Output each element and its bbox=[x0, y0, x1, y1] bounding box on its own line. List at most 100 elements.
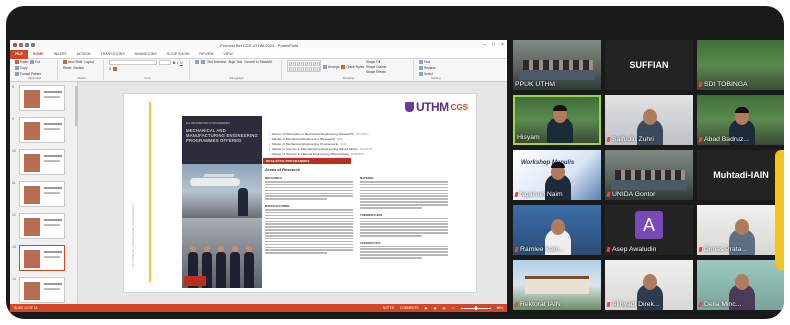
tab-view[interactable]: VIEW bbox=[219, 50, 238, 59]
notes-button[interactable]: NOTES bbox=[383, 306, 394, 310]
research-programmes-bar: RESEARCH PROGRAMMES bbox=[263, 158, 351, 164]
close-icon[interactable]: × bbox=[501, 42, 504, 48]
numbering-button[interactable] bbox=[201, 60, 205, 64]
slide-thumbnail[interactable]: 11 bbox=[12, 181, 75, 207]
zoom-slider[interactable] bbox=[460, 306, 491, 310]
new-slide-button[interactable]: New Slide bbox=[63, 60, 82, 64]
participant-name: Abad Badruz... bbox=[704, 136, 749, 143]
research-column-1: MECHANICS MANUFACTURING bbox=[265, 176, 353, 255]
tab-review[interactable]: REVIEW bbox=[194, 50, 218, 59]
shape-effects-button[interactable]: Shape Effects bbox=[366, 70, 386, 74]
slide-thumbnail[interactable]: 10 bbox=[12, 149, 75, 175]
cut-button[interactable]: Cut bbox=[30, 60, 40, 64]
shapes-gallery[interactable] bbox=[287, 60, 321, 72]
background-decoration bbox=[775, 150, 784, 270]
font-size-dropdown[interactable] bbox=[159, 60, 171, 65]
tab-home[interactable]: HOME bbox=[28, 50, 49, 59]
current-slide[interactable]: MECHANICAL ENGINEERING PROGRAMMES UTHM C… bbox=[124, 94, 476, 292]
arrange-button[interactable]: Arrange bbox=[323, 60, 339, 74]
paste-button[interactable]: Paste bbox=[15, 60, 28, 64]
participant-name: Asep Awaludin bbox=[612, 246, 657, 253]
clipboard-group: Paste Cut Copy Format Painter Clipboard bbox=[12, 60, 58, 80]
minimize-icon[interactable]: – bbox=[483, 42, 486, 48]
video-tile[interactable]: Abad Badruz... bbox=[697, 95, 784, 145]
slide-thumbnail-selected[interactable]: 13 bbox=[12, 245, 75, 271]
slide-thumbnail[interactable]: 8 bbox=[12, 85, 75, 111]
video-tile-active-speaker[interactable]: Hisyam bbox=[513, 95, 601, 145]
reset-button[interactable]: Reset bbox=[63, 66, 71, 70]
font-color-button[interactable] bbox=[113, 67, 118, 71]
font-name-dropdown[interactable] bbox=[109, 60, 157, 65]
video-tile[interactable]: Saifudin Zuhri bbox=[605, 95, 693, 145]
video-tile[interactable]: Dimas Prata... bbox=[697, 205, 784, 255]
slide-editing-canvas[interactable]: MECHANICAL ENGINEERING PROGRAMMES UTHM C… bbox=[78, 82, 507, 304]
strikethrough-button[interactable]: S bbox=[109, 67, 111, 71]
video-tile[interactable]: Delia Minc... bbox=[697, 260, 784, 310]
editing-group: Find Replace Select Editing bbox=[416, 60, 456, 80]
video-tile[interactable]: Muhtadi-IAIN bbox=[697, 150, 784, 200]
mic-muted-icon bbox=[606, 137, 611, 142]
video-tile[interactable]: Workshop Menulis Ngaisun Naim bbox=[513, 150, 601, 200]
ppt-titlebar: Promosi Bei CGS UTHM 2021 - PowerPoint –… bbox=[10, 40, 507, 50]
shared-screen-powerpoint[interactable]: Promosi Bei CGS UTHM 2021 - PowerPoint –… bbox=[10, 40, 507, 312]
quick-styles-button[interactable]: Quick Styles bbox=[341, 60, 364, 74]
font-group: B I U S Font bbox=[106, 60, 190, 80]
italic-button[interactable]: I bbox=[177, 60, 178, 65]
sorter-view-icon[interactable]: ▦ bbox=[434, 306, 437, 310]
paste-icon bbox=[15, 60, 19, 64]
shape-outline-button[interactable]: Shape Outline bbox=[366, 65, 386, 69]
find-button[interactable]: Find bbox=[419, 60, 453, 64]
video-tile[interactable]: UNIDA Gontor bbox=[605, 150, 693, 200]
slides-group: New Slide Layout Reset Section Slides bbox=[60, 60, 104, 80]
slide-side-text: MECHANICAL ENGINEERING PROGRAMMES bbox=[132, 204, 135, 268]
replace-button[interactable]: Replace bbox=[419, 66, 453, 70]
replace-icon bbox=[419, 66, 423, 70]
quick-access-toolbar[interactable] bbox=[13, 43, 35, 47]
normal-view-icon[interactable]: ▣ bbox=[425, 306, 428, 310]
video-tile[interactable]: SUFFIAN bbox=[605, 40, 693, 90]
participant-name: Ramlee Kam... bbox=[520, 246, 565, 253]
bold-button[interactable]: B bbox=[173, 60, 175, 65]
tab-animations[interactable]: ANIMATIONS bbox=[130, 50, 162, 59]
tab-slide-show[interactable]: SLIDE SHOW bbox=[162, 50, 195, 59]
slide-thumbnails-pane[interactable]: 8 9 10 11 12 13 14 bbox=[10, 82, 78, 304]
quick-styles-icon bbox=[341, 65, 346, 69]
slide-thumbnail[interactable]: 12 bbox=[12, 213, 75, 239]
tab-transitions[interactable]: TRANSITIONS bbox=[95, 50, 129, 59]
video-tile[interactable]: SDI TOBINGA bbox=[697, 40, 784, 90]
participant-gallery: PPUK UTHM SUFFIAN SDI TOBINGA Hisyam Sai… bbox=[513, 40, 784, 316]
bullets-button[interactable] bbox=[195, 60, 199, 64]
video-tile[interactable]: A Asep Awaludin bbox=[605, 205, 693, 255]
paragraph-group: Text Direction Align Text Convert to Sma… bbox=[192, 60, 282, 80]
undo-icon[interactable] bbox=[25, 43, 29, 47]
mic-muted-icon bbox=[514, 302, 519, 307]
participant-name: Akhyadi Direk... bbox=[612, 301, 660, 308]
tab-insert[interactable]: INSERT bbox=[49, 50, 72, 59]
drawing-group: Arrange Quick Styles Shape Fill Shape Ou… bbox=[284, 60, 414, 80]
reading-view-icon[interactable]: ▤ bbox=[443, 306, 446, 310]
zoom-level[interactable]: 86% bbox=[497, 306, 503, 310]
tab-file[interactable]: FILE bbox=[10, 49, 28, 59]
slide-counter: SLIDE 13 OF 18 bbox=[14, 306, 38, 310]
copy-icon bbox=[15, 66, 19, 70]
video-tile[interactable]: Rektorat IAIN bbox=[513, 260, 601, 310]
save-icon[interactable] bbox=[19, 43, 23, 47]
slide-thumbnail[interactable]: 14 bbox=[12, 277, 75, 303]
participant-name: Saifudin Zuhri bbox=[612, 136, 654, 143]
copy-button[interactable]: Copy bbox=[15, 66, 27, 70]
section-button[interactable]: Section bbox=[73, 66, 84, 70]
slide-thumbnail[interactable]: 9 bbox=[12, 117, 75, 143]
underline-button[interactable]: U bbox=[180, 60, 182, 65]
video-tile[interactable]: Ramlee Kam... bbox=[513, 205, 601, 255]
tab-design[interactable]: DESIGN bbox=[72, 50, 96, 59]
comments-button[interactable]: COMMENTS bbox=[400, 306, 419, 310]
smartart-button[interactable]: Convert to SmartArt bbox=[244, 60, 272, 64]
maximize-icon[interactable]: □ bbox=[492, 42, 495, 48]
layout-button[interactable]: Layout bbox=[84, 60, 94, 64]
align-text-button[interactable]: Align Text bbox=[228, 60, 242, 64]
slideshow-view-icon[interactable]: ▭ bbox=[452, 306, 455, 310]
video-tile[interactable]: Akhyadi Direk... bbox=[605, 260, 693, 310]
shape-fill-button[interactable]: Shape Fill bbox=[366, 60, 386, 64]
video-tile[interactable]: PPUK UTHM bbox=[513, 40, 601, 90]
text-direction-button[interactable]: Text Direction bbox=[207, 60, 226, 64]
